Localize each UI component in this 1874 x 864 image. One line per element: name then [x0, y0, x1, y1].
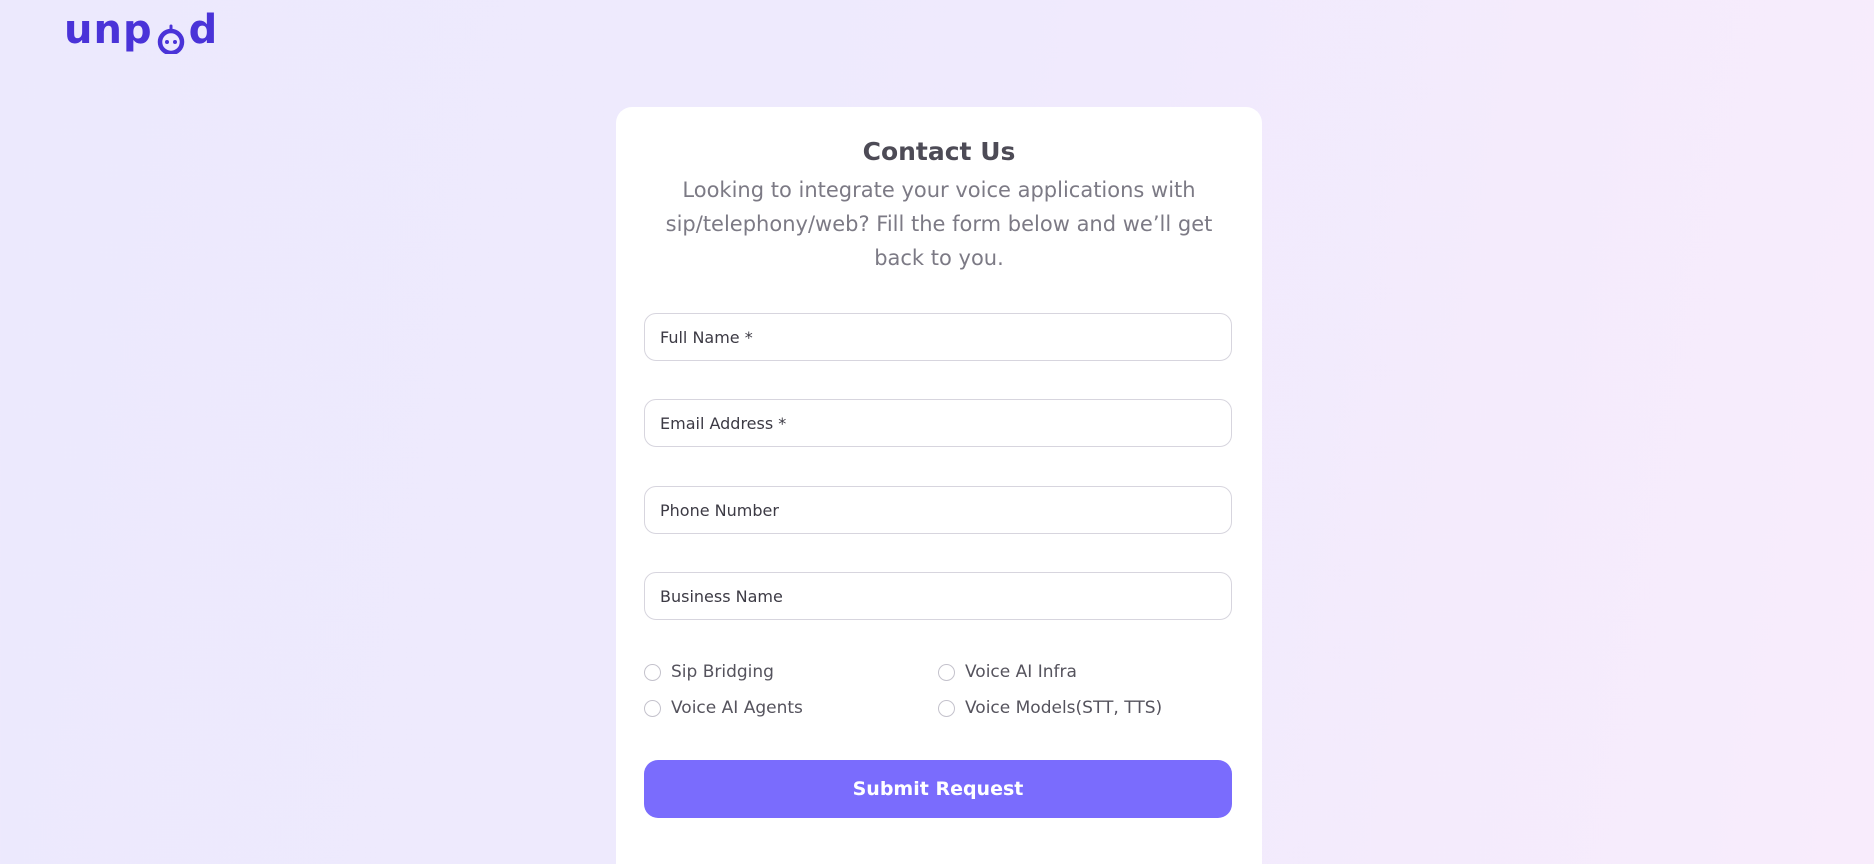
- logo-text-right: d: [188, 7, 219, 53]
- email-field[interactable]: [644, 399, 1232, 447]
- option-label: Voice Models(STT, TTS): [965, 698, 1163, 718]
- page-title: Contact Us: [862, 137, 1016, 166]
- phone-input[interactable]: [660, 500, 1231, 520]
- unpod-logo[interactable]: unp d: [64, 7, 219, 56]
- option-voice-models[interactable]: Voice Models(STT, TTS): [938, 698, 1162, 718]
- page-subtitle: Looking to integrate your voice applicat…: [665, 178, 1213, 270]
- option-label: Voice AI Infra: [965, 662, 1077, 682]
- radio-button[interactable]: [644, 663, 661, 681]
- option-voice-ai-infra[interactable]: Voice AI Infra: [938, 662, 1077, 682]
- full-name-field[interactable]: [644, 313, 1232, 361]
- radio-button[interactable]: [938, 699, 955, 717]
- full-name-input[interactable]: [660, 327, 1231, 347]
- contact-card: Contact Us Looking to integrate your voi…: [616, 107, 1262, 864]
- option-voice-ai-agents[interactable]: Voice AI Agents: [644, 698, 803, 718]
- logo-wordmark: unp d: [64, 7, 219, 56]
- radio-button[interactable]: [938, 663, 955, 681]
- option-sip-bridging[interactable]: Sip Bridging: [644, 662, 774, 682]
- business-name-field[interactable]: [644, 572, 1232, 620]
- option-label: Voice AI Agents: [671, 698, 803, 718]
- logo-text-left: unp: [64, 7, 153, 53]
- radio-button[interactable]: [644, 699, 661, 717]
- phone-field[interactable]: [644, 486, 1232, 534]
- option-label: Sip Bridging: [671, 662, 774, 682]
- email-input[interactable]: [660, 413, 1231, 433]
- business-name-input[interactable]: [660, 586, 1231, 606]
- robot-head-icon: [155, 18, 187, 56]
- submit-request-button[interactable]: Submit Request: [644, 760, 1232, 818]
